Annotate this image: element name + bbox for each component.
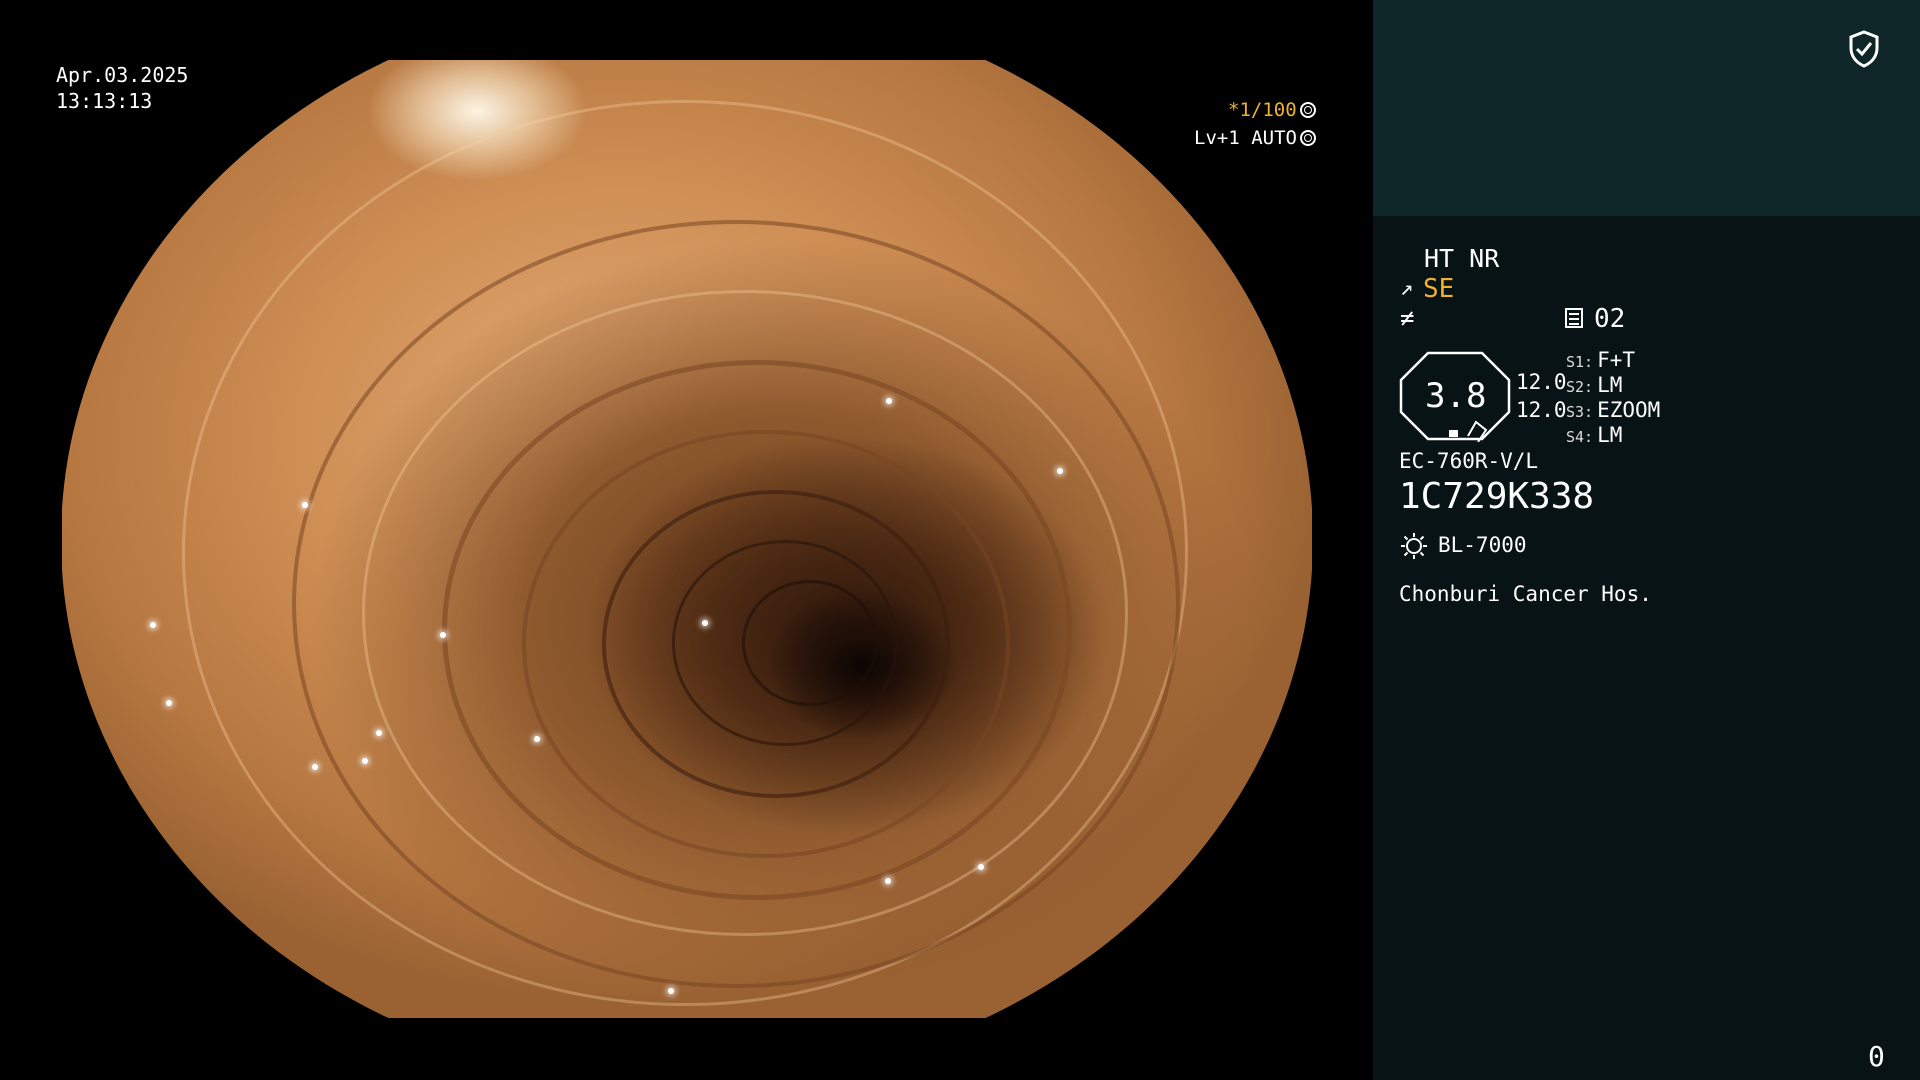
memory-value: 02 xyxy=(1594,304,1626,334)
endoscope-display: Apr.03.2025 13:13:13 *1/100 Lv+1 AUTO xyxy=(0,0,1373,1080)
time-label: 13:13:13 xyxy=(56,89,153,113)
pressure-value-1: 12.0 xyxy=(1516,370,1567,394)
mode-label: HT NR xyxy=(1424,244,1500,273)
slot-key: S2: xyxy=(1566,378,1594,396)
date-label: Apr.03.2025 xyxy=(56,63,189,87)
gauge-value: 3.8 xyxy=(1425,376,1487,416)
memory-icon xyxy=(1565,308,1583,328)
switch-slot-4: S4: LM xyxy=(1566,423,1622,447)
pressure-value-2: 12.0 xyxy=(1516,398,1567,422)
structure-enhance-icon: ↗ xyxy=(1400,276,1414,301)
shutter-speed: *1/100 xyxy=(1228,99,1316,121)
light-source-icon xyxy=(1401,533,1427,559)
endoscope-image xyxy=(62,60,1312,1018)
light-source-label: BL-7000 xyxy=(1438,533,1527,557)
info-panel-header xyxy=(1373,0,1920,216)
enhance-label: SE xyxy=(1423,274,1455,304)
switch-slot-1: S1: F+T xyxy=(1566,348,1635,372)
hospital-name: Chonburi Cancer Hos. xyxy=(1399,582,1652,606)
slot-key: S1: xyxy=(1566,353,1594,371)
switch-slot-2: S2: LM xyxy=(1566,373,1622,397)
slot-value: LM xyxy=(1597,423,1623,447)
shield-check-icon[interactable] xyxy=(1848,30,1880,68)
iris-level-value: Lv+1 AUTO xyxy=(1194,127,1297,149)
scope-model: EC-760R-V/L xyxy=(1399,449,1539,473)
image-counter: 0 xyxy=(1868,1040,1885,1073)
slot-key: S4: xyxy=(1566,428,1594,446)
iris-level: Lv+1 AUTO xyxy=(1194,127,1316,149)
shutter-speed-value: *1/100 xyxy=(1228,99,1297,121)
filter-icon: ≠ xyxy=(1400,304,1415,332)
aperture-icon xyxy=(1299,102,1316,118)
slot-value: EZOOM xyxy=(1597,398,1661,422)
slot-key: S3: xyxy=(1566,403,1594,421)
switch-slot-3: S3: EZOOM xyxy=(1566,398,1660,422)
slot-value: LM xyxy=(1597,373,1623,397)
slot-value: F+T xyxy=(1597,348,1636,372)
iris-icon xyxy=(1299,130,1316,146)
serial-number: 1C729K338 xyxy=(1399,476,1595,517)
